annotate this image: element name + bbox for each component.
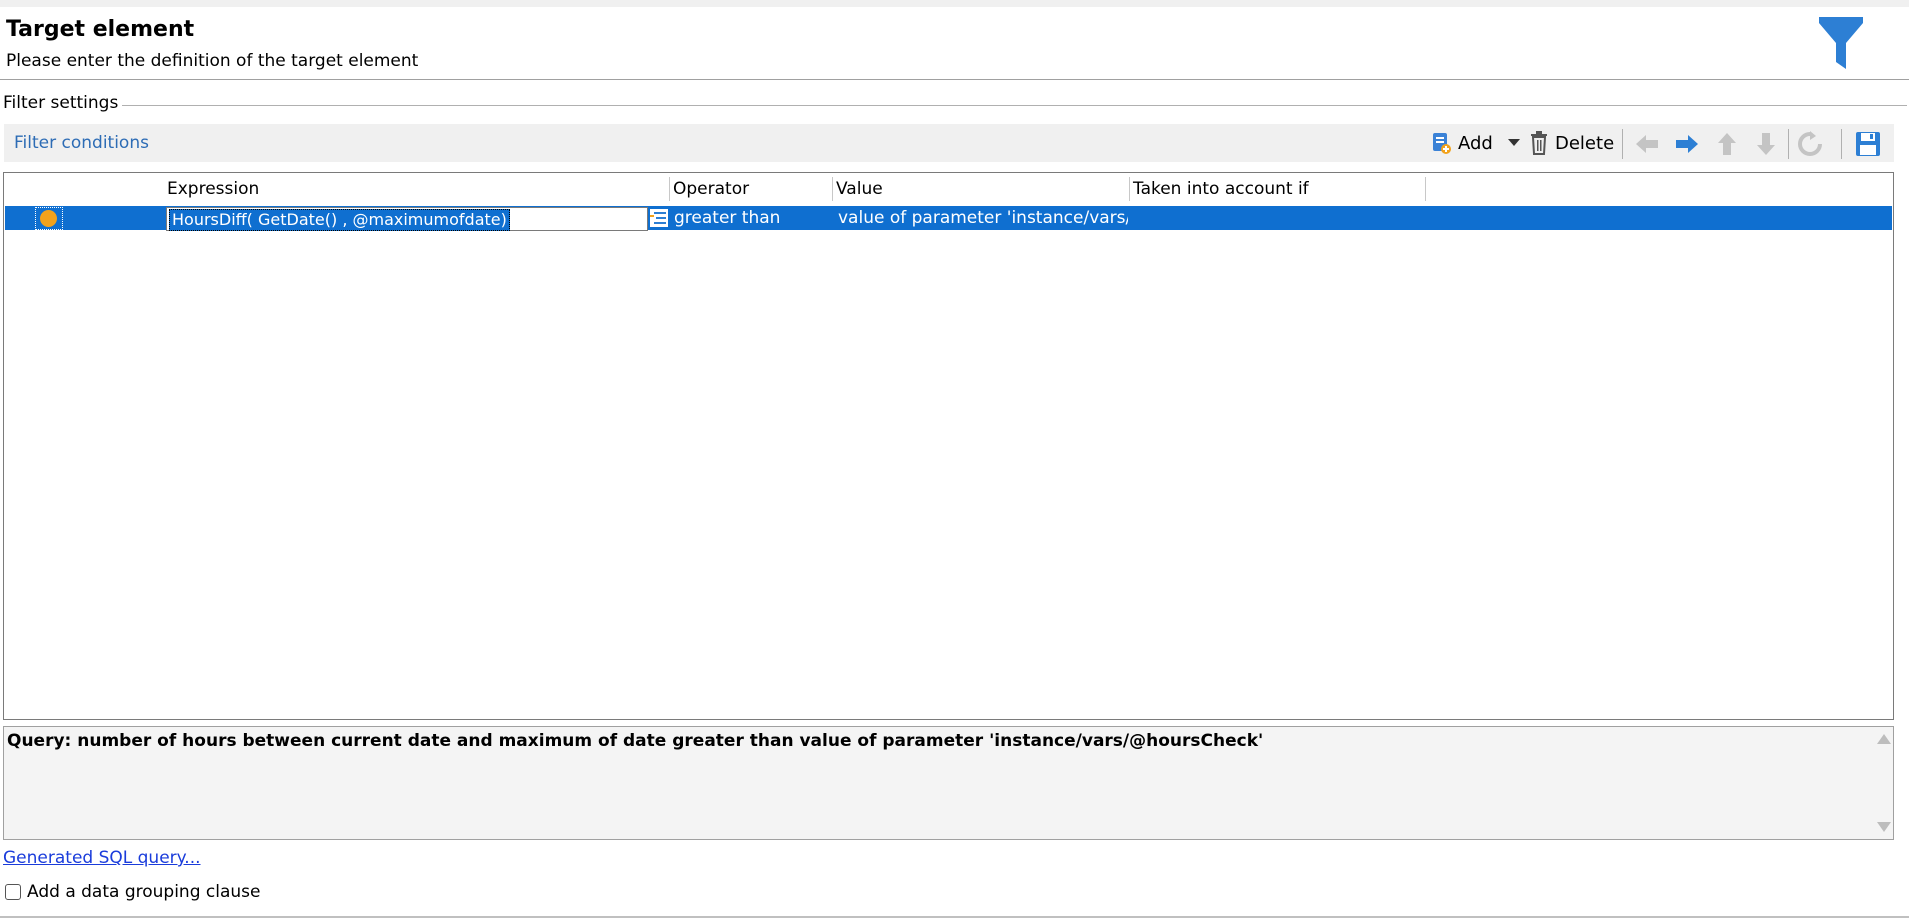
column-divider [669, 177, 670, 201]
save-icon[interactable] [1855, 131, 1881, 157]
header-panel: Target element Please enter the definiti… [0, 7, 1909, 80]
add-icon [1433, 133, 1451, 154]
delete-label: Delete [1555, 132, 1615, 154]
row-status-cell [35, 207, 63, 230]
generated-sql-link[interactable]: Generated SQL query... [3, 848, 201, 868]
column-header-expression[interactable]: Expression [165, 178, 259, 200]
expression-value: HoursDiff( GetDate() , @maximumofdate) [169, 209, 510, 231]
column-divider [832, 177, 833, 201]
filter-toolbar: Filter conditions Add Delete [4, 124, 1894, 162]
page-title: Target element [6, 17, 195, 42]
query-summary-text: Query: number of hours between current d… [7, 731, 1264, 751]
arrow-left-icon[interactable] [1634, 131, 1660, 157]
trash-icon [1531, 131, 1547, 155]
add-button[interactable]: Add [1430, 130, 1493, 156]
table-row[interactable]: HoursDiff( GetDate() , @maximumofdate) g… [5, 206, 1892, 231]
dropdown-arrow-icon [1508, 139, 1520, 146]
arrow-up-icon[interactable] [1714, 131, 1740, 157]
arrow-down-icon[interactable] [1753, 131, 1779, 157]
query-scrollbar[interactable] [1873, 727, 1893, 839]
arrow-right-icon[interactable] [1674, 131, 1700, 157]
column-header-operator[interactable]: Operator [671, 178, 749, 200]
filter-conditions-grid: Expression Operator Value Taken into acc… [3, 172, 1894, 720]
refresh-icon[interactable] [1797, 131, 1823, 157]
filter-conditions-title: Filter conditions [14, 133, 149, 153]
toolbar-separator [1841, 129, 1842, 159]
fieldset-divider [110, 105, 1907, 106]
add-dropdown-button[interactable] [1508, 130, 1520, 156]
toolbar-separator [1788, 129, 1789, 159]
column-divider [1425, 177, 1426, 201]
column-header-value[interactable]: Value [834, 178, 883, 200]
operator-cell[interactable]: greater than [674, 206, 832, 230]
column-header-condition[interactable]: Taken into account if [1131, 178, 1309, 200]
filter-funnel-icon [1819, 17, 1863, 69]
add-label: Add [1458, 132, 1493, 154]
data-grouping-option[interactable]: Add a data grouping clause [5, 882, 260, 902]
column-divider [1129, 177, 1130, 201]
expression-input[interactable]: HoursDiff( GetDate() , @maximumofdate) [166, 207, 648, 231]
bottom-divider [0, 916, 1909, 918]
data-grouping-label: Add a data grouping clause [27, 882, 261, 902]
condition-cell[interactable] [1132, 206, 1424, 230]
scroll-up-icon[interactable] [1877, 734, 1891, 744]
data-grouping-checkbox[interactable] [5, 884, 21, 900]
page-subtitle: Please enter the definition of the targe… [6, 51, 419, 71]
query-summary-box: Query: number of hours between current d… [3, 726, 1894, 840]
expression-editor-icon[interactable] [650, 209, 668, 227]
filter-settings-legend: Filter settings [3, 93, 123, 113]
status-bullet-icon [40, 210, 57, 227]
scroll-down-icon[interactable] [1877, 822, 1891, 832]
delete-button[interactable]: Delete [1529, 130, 1614, 156]
toolbar-separator [1622, 129, 1623, 159]
value-cell[interactable]: value of parameter 'instance/vars/@h [838, 206, 1128, 230]
top-strip [0, 0, 1909, 7]
